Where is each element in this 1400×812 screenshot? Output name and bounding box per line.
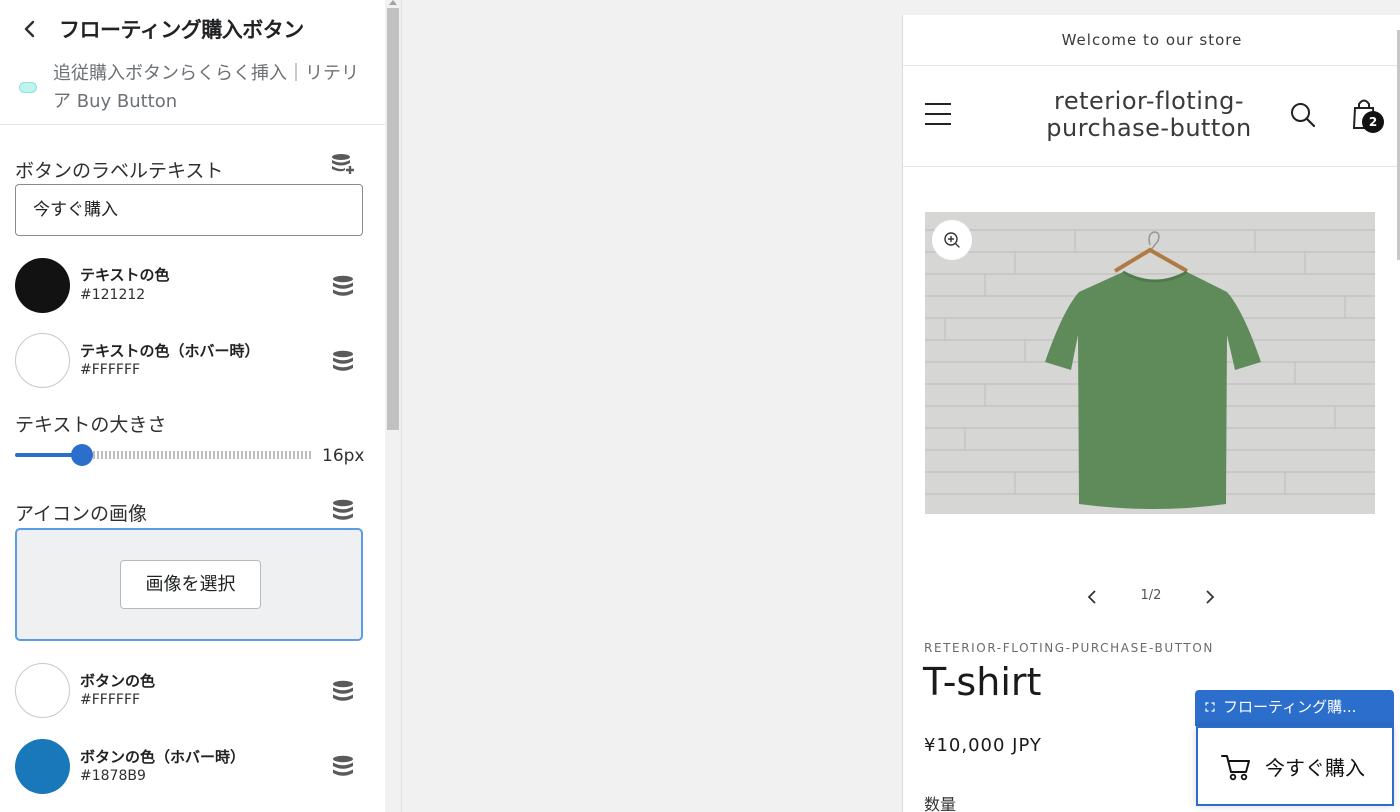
database-icon[interactable] xyxy=(331,274,355,298)
text-color-label: テキストの色 xyxy=(80,266,170,284)
cart-button[interactable]: 2 xyxy=(1349,96,1384,133)
image-pager: 1/2 xyxy=(1083,585,1218,611)
product-image[interactable] xyxy=(925,212,1375,514)
text-color-swatch[interactable] xyxy=(15,258,70,313)
text-size-title: テキストの大きさ xyxy=(15,414,167,436)
database-add-icon[interactable] xyxy=(331,152,355,176)
back-chevron-icon xyxy=(24,20,35,38)
sidebar-scrollbar[interactable] xyxy=(385,0,402,812)
floating-block-label[interactable]: フローティング購... xyxy=(1195,690,1394,726)
database-icon[interactable] xyxy=(331,754,355,778)
product-vendor: RETERIOR-FLOTING-PURCHASE-BUTTON xyxy=(924,641,1214,655)
announcement-bar: Welcome to our store xyxy=(903,15,1400,66)
quantity-label: 数量 xyxy=(924,795,957,812)
store-header: reterior-floting-purchase-button 2 xyxy=(903,65,1400,167)
button-color-label: ボタンの色 xyxy=(80,672,156,690)
pager-count: 1/2 xyxy=(1140,588,1162,603)
slider-handle[interactable] xyxy=(71,444,93,466)
page-title: フローティング購入ボタン xyxy=(59,18,304,42)
floating-buy-button-label: 今すぐ購入 xyxy=(1265,756,1365,780)
floating-buy-button[interactable]: 今すぐ購入 xyxy=(1196,726,1394,806)
button-hover-color-swatch[interactable] xyxy=(15,739,70,794)
icon-image-title: アイコンの画像 xyxy=(15,503,148,525)
text-color-value: #121212 xyxy=(80,287,146,303)
icon-image-picker: 画像を選択 xyxy=(15,528,363,641)
menu-icon[interactable] xyxy=(925,101,951,127)
database-icon[interactable] xyxy=(331,679,355,703)
product-price: ¥10,000 JPY xyxy=(924,735,1042,756)
app-name: 追従購入ボタンらくらく挿入｜リテリア Buy Button xyxy=(53,63,359,112)
text-size-value: 16px xyxy=(322,446,365,466)
text-hover-color-label: テキストの色（ホバー時） xyxy=(80,342,260,360)
settings-sidebar: フローティング購入ボタン 追従購入ボタンらくらく挿入｜リテリア Buy Butt… xyxy=(0,0,385,812)
text-hover-color-value: #FFFFFF xyxy=(80,362,141,378)
select-image-button[interactable]: 画像を選択 xyxy=(120,560,261,609)
button-color-swatch[interactable] xyxy=(15,663,70,718)
product-title: T-shirt xyxy=(923,660,1042,704)
database-icon[interactable] xyxy=(331,498,355,522)
chevron-left-icon[interactable] xyxy=(1083,587,1103,607)
cart-count-badge: 2 xyxy=(1362,111,1384,133)
app-logo-icon xyxy=(19,82,37,93)
button-hover-color-value: #1878B9 xyxy=(80,768,146,784)
back-button[interactable] xyxy=(20,16,40,42)
floating-block-name: フローティング購... xyxy=(1223,698,1357,716)
database-icon[interactable] xyxy=(331,349,355,373)
button-hover-color-label: ボタンの色（ホバー時） xyxy=(80,748,246,766)
label-text-title: ボタンのラベルテキスト xyxy=(15,160,224,182)
scrollbar-thumb[interactable] xyxy=(387,8,399,430)
scroll-up-arrow[interactable] xyxy=(389,0,397,5)
store-name[interactable]: reterior-floting-purchase-button xyxy=(1031,88,1267,142)
zoom-in-icon[interactable] xyxy=(932,220,972,260)
chevron-right-icon[interactable] xyxy=(1199,587,1219,607)
tshirt-photo xyxy=(925,212,1375,514)
select-icon xyxy=(1205,702,1215,712)
cart-icon xyxy=(1221,755,1250,781)
slider-track xyxy=(81,451,312,459)
search-icon[interactable] xyxy=(1290,102,1316,128)
button-label-input[interactable]: 今すぐ購入 xyxy=(15,184,363,236)
button-color-value: #FFFFFF xyxy=(80,692,141,708)
text-hover-color-swatch[interactable] xyxy=(15,333,70,388)
text-size-slider[interactable] xyxy=(15,444,312,466)
sidebar-header: フローティング購入ボタン 追従購入ボタンらくらく挿入｜リテリア Buy Butt… xyxy=(0,0,385,125)
